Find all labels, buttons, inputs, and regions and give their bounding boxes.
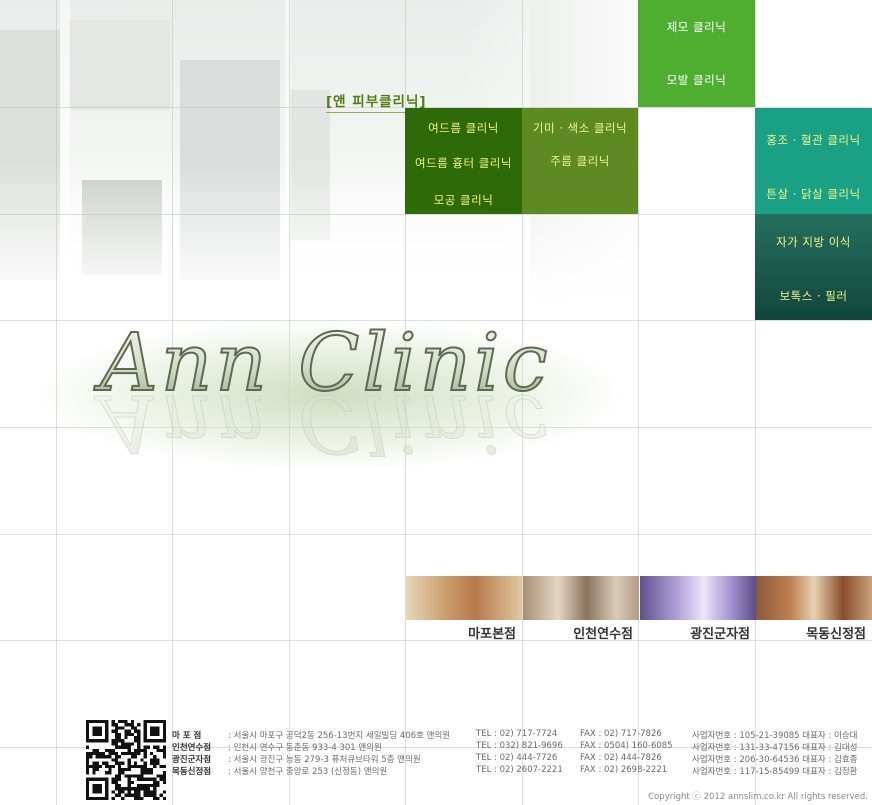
branch-mokdong-label: 목동신정점: [806, 627, 866, 642]
footer-biz: 사업자번호 : 206-30-64536 대표자 : 김효종: [692, 755, 858, 765]
menu-item-botox-filler[interactable]: 보톡스 · 필러: [755, 288, 872, 304]
logo-reflection: Ann Clinic: [93, 377, 551, 470]
footer-address: : 인천시 연수구 동춘동 933-4 301 앤의원: [228, 743, 382, 753]
menu-item-wrinkle[interactable]: 주름 클리닉: [522, 153, 638, 169]
footer-branch-name: 마 포 점: [172, 731, 202, 741]
menu-item-pigment[interactable]: 기미 · 색소 클리닉: [522, 120, 638, 136]
footer-biz: 사업자번호 : 105-21-39085 대표자 : 이승대: [692, 731, 858, 741]
menu-hair: 제모 클리닉 모발 클리닉: [638, 0, 755, 107]
footer-tel: TEL : 02) 2607-2221: [476, 765, 563, 775]
footer-fax: FAX : 02) 2698-2221: [580, 765, 668, 775]
branch-incheon-photo: [523, 576, 639, 620]
menu-item-acne[interactable]: 여드름 클리닉: [405, 120, 522, 136]
menu-pigment: 기미 · 색소 클리닉 주름 클리닉: [522, 108, 638, 214]
footer-tel: TEL : 02) 444-7726: [476, 753, 558, 763]
menu-item-hair-removal[interactable]: 제모 클리닉: [638, 19, 755, 35]
menu-fat: 자가 지방 이식 보톡스 · 필러: [755, 214, 872, 320]
menu-item-acne-scar[interactable]: 여드름 흉터 클리닉: [405, 155, 522, 171]
copyright: Copyright ⓒ 2012 annslim.co.kr All right…: [648, 792, 868, 802]
footer-fax: FAX : 02) 444-7826: [580, 753, 662, 763]
branch-mokdong-photo: [756, 576, 872, 620]
menu-item-stretch-marks[interactable]: 튼살 · 닭살 클리닉: [755, 186, 872, 202]
menu-item-redness[interactable]: 홍조 · 혈관 클리닉: [755, 132, 872, 148]
footer-branch-name: 인천연수점: [172, 743, 212, 753]
branch-incheon[interactable]: 인천연수점: [523, 576, 639, 642]
qr-code: [86, 720, 166, 800]
footer-tel: TEL : 02) 717-7724: [476, 729, 558, 739]
clinic-logo: Ann Clinic Ann Clinic: [92, 315, 551, 470]
footer-address: : 서울시 마포구 공덕2동 256-13번지 세일빌딩 406호 앤의원: [228, 731, 451, 741]
branch-gwangjin-label: 광진군자점: [690, 627, 750, 642]
branch-incheon-label: 인천연수점: [573, 627, 633, 642]
menu-item-fat-graft[interactable]: 자가 지방 이식: [755, 234, 872, 250]
footer-address: : 서울시 광진구 능동 279-3 퓨처큐브타워 5층 앤의원: [228, 755, 421, 765]
footer-fax: FAX : 0504) 160-6085: [580, 741, 673, 751]
section-label: [앤 피부클리닉]: [326, 90, 427, 113]
footer-biz: 사업자번호 : 117-15-85499 대표자 : 김정환: [692, 767, 858, 777]
menu-acne: 여드름 클리닉 여드름 흉터 클리닉 모공 클리닉: [405, 108, 522, 214]
footer-fax: FAX : 02) 717-7826: [580, 729, 662, 739]
menu-vascular: 홍조 · 혈관 클리닉 튼살 · 닭살 클리닉: [755, 108, 872, 214]
branch-mapo[interactable]: 마포본점: [406, 576, 522, 642]
footer-address: : 서울시 양천구 중앙로 253 (신정동) 앤의원: [228, 767, 388, 777]
menu-item-hair[interactable]: 모발 클리닉: [638, 72, 755, 88]
page: [앤 피부클리닉] 여드름 클리닉 여드름 흉터 클리닉 모공 클리닉 기미 ·…: [0, 0, 872, 805]
branch-mapo-label: 마포본점: [468, 627, 516, 642]
footer-tel: TEL : 032) 821-9696: [476, 741, 563, 751]
footer-branch-name: 광진군자점: [172, 755, 212, 765]
branch-mokdong[interactable]: 목동신정점: [756, 576, 872, 642]
footer-branch-name: 목동신정점: [172, 767, 212, 777]
branch-mapo-photo: [406, 576, 522, 620]
footer-biz: 사업자번호 : 131-33-47156 대표자 : 김대성: [692, 743, 858, 753]
menu-item-pore[interactable]: 모공 클리닉: [405, 192, 522, 208]
branch-gwangjin-photo: [640, 576, 756, 620]
branch-gwangjin[interactable]: 광진군자점: [640, 576, 756, 642]
